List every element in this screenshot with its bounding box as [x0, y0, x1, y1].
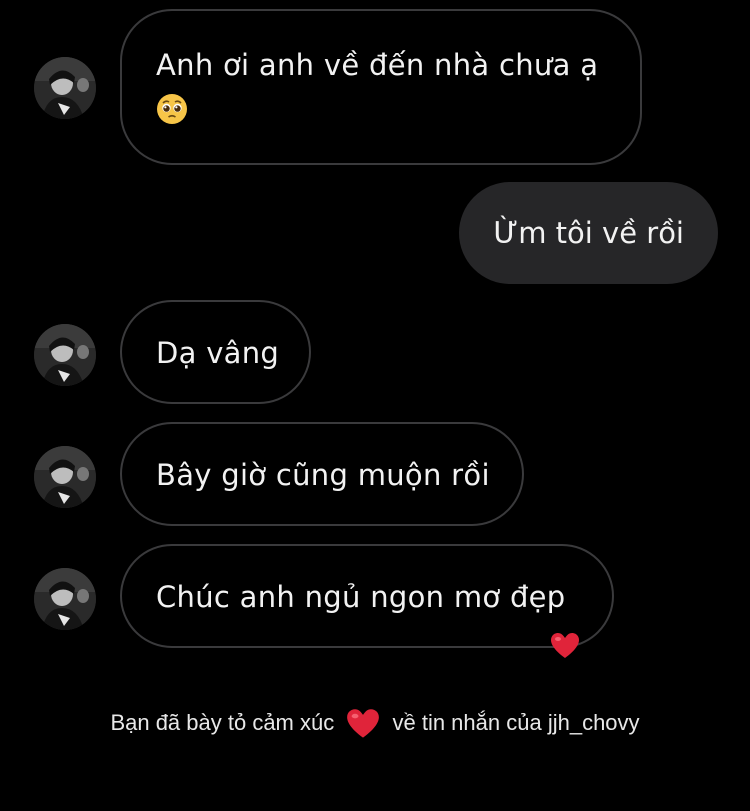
message-text: Dạ vâng — [156, 336, 280, 370]
sender-avatar[interactable] — [34, 57, 96, 119]
message-bubble-outgoing[interactable]: Ừm tôi về rồi — [459, 182, 718, 284]
message-text: Ừm tôi về rồi — [493, 216, 684, 250]
avatar-photo-icon — [34, 324, 96, 386]
avatar-photo-icon — [34, 568, 96, 630]
red-heart-icon — [347, 709, 380, 738]
sender-avatar[interactable] — [34, 446, 96, 508]
message-row: Dạ vâng — [0, 300, 750, 410]
reaction-notice: Bạn đã bày tỏ cảm xúc về tin nhắn của jj… — [0, 700, 750, 746]
message-row: Anh ơi anh về đến nhà chưa ạ — [0, 0, 750, 170]
pleading-face-icon — [157, 94, 187, 124]
avatar-photo-icon — [34, 446, 96, 508]
sender-avatar[interactable] — [34, 568, 96, 630]
message-row: Bây giờ cũng muộn rồi — [0, 422, 750, 532]
message-bubble[interactable]: Dạ vâng — [120, 300, 311, 404]
message-text: Bây giờ cũng muộn rồi — [156, 458, 490, 492]
message-row: Chúc anh ngủ ngon mơ đẹp — [0, 544, 750, 664]
reaction-notice-text-after: về tin nhắn của jjh_chovy — [392, 710, 640, 735]
message-bubble[interactable]: Chúc anh ngủ ngon mơ đẹp — [120, 544, 614, 648]
message-bubble[interactable]: Anh ơi anh về đến nhà chưa ạ — [120, 9, 642, 165]
message-text: Anh ơi anh về đến nhà chưa ạ — [156, 48, 599, 82]
red-heart-icon[interactable] — [550, 632, 580, 660]
reaction-notice-text-before: Bạn đã bày tỏ cảm xúc — [110, 710, 335, 735]
message-text: Chúc anh ngủ ngon mơ đẹp — [156, 580, 566, 614]
avatar-photo-icon — [34, 57, 96, 119]
message-bubble[interactable]: Bây giờ cũng muộn rồi — [120, 422, 524, 526]
sender-avatar[interactable] — [34, 324, 96, 386]
